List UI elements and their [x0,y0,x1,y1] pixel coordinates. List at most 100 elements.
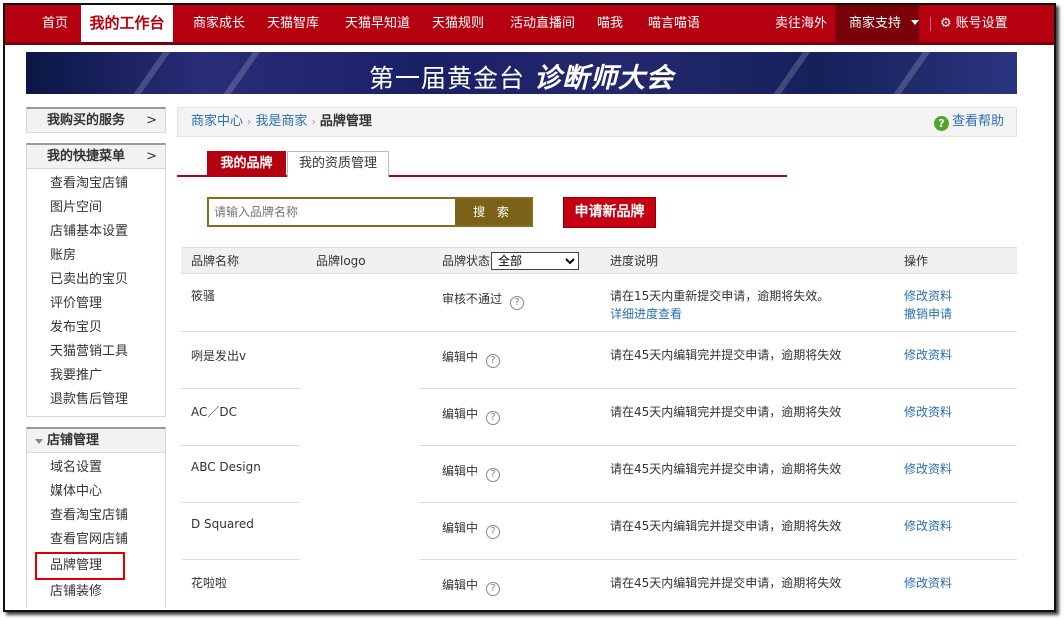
header-actions: 操作 [904,254,929,268]
sidebar-section-title: 我的快捷菜单 [47,149,126,164]
status-filter-select[interactable]: 全部 [491,252,579,270]
nav-meow-talk[interactable]: 喵言喵语 [648,5,700,42]
question-icon[interactable]: ? [486,411,501,425]
help-link[interactable]: ? 查看帮助 [933,108,1004,136]
sidebar-section-shortcut-menu[interactable]: 我的快捷菜单 > [26,143,166,169]
sidebar-item-view-taobao-store[interactable]: 查看淘宝店铺 [27,172,165,196]
table-row: 咧是发出v 编辑中? 请在45天内编辑完并提交申请，逾期将失效 修改资料 [181,332,1017,389]
chevron-right-icon: > [146,149,157,164]
brand-status-label: 编辑中 [442,578,479,592]
store-management-list: 域名设置 媒体中心 查看淘宝店铺 查看官网店铺 品牌管理 店铺装修 [26,453,166,608]
sidebar-item-brand-management[interactable]: 品牌管理 [35,552,125,580]
nav-tmall-rules[interactable]: 天猫规则 [432,5,484,42]
question-icon[interactable]: ? [486,582,501,596]
brand-status: 编辑中? [442,462,501,482]
question-icon[interactable]: ? [486,468,501,482]
tab-qualification-management[interactable]: 我的资质管理 [287,151,389,177]
chevron-down-icon [911,20,920,25]
banner-title-suffix: 诊断师大会 [533,63,674,94]
nav-merchant-support[interactable]: 商家支持 [835,5,920,42]
question-icon: ? [933,116,949,131]
breadcrumb-merchant-center[interactable]: 商家中心 [191,114,243,129]
top-navigation: 首页 我的工作台 商家成长 天猫智库 天猫早知道 天猫规则 活动直播间 喵我 喵… [5,5,1054,45]
header-brand-status: 品牌状态 [442,254,491,268]
sidebar-item-sold-items[interactable]: 已卖出的宝贝 [27,268,165,292]
breadcrumb-i-am-merchant[interactable]: 我是商家 [255,114,307,129]
sidebar-item-marketing-tools[interactable]: 天猫营销工具 [27,340,165,364]
nav-home[interactable]: 首页 [42,5,68,42]
brand-search: 搜 索 [207,197,533,227]
header-brand-name: 品牌名称 [191,254,240,268]
brand-status-label: 编辑中 [442,407,479,421]
nav-tmall-early-know[interactable]: 天猫早知道 [345,5,410,42]
sidebar-section-title: 我购买的服务 [47,113,126,128]
sidebar-item-view-taobao-store-2[interactable]: 查看淘宝店铺 [27,504,165,528]
nav-live-activity[interactable]: 活动直播间 [510,5,575,42]
sidebar-item-view-official-store[interactable]: 查看官网店铺 [27,528,165,552]
banner-title: 第一届黄金台 诊断师大会 [26,56,1017,94]
sidebar-item-domain-settings[interactable]: 域名设置 [27,456,165,480]
breadcrumb-current: 品牌管理 [319,114,372,129]
nav-sell-overseas[interactable]: 卖往海外 [775,5,827,42]
progress-text: 请在45天内编辑完并提交申请，逾期将失效 [610,576,842,590]
breadcrumb-separator: › [247,115,252,128]
edit-info-link[interactable]: 修改资料 [904,287,952,304]
progress-detail-link[interactable]: 详细进度查看 [610,305,682,322]
brand-search-input[interactable] [209,199,455,225]
sidebar-item-accounts[interactable]: 账房 [27,244,165,268]
promo-banner[interactable]: 第一届黄金台 诊断师大会 [26,52,1017,94]
help-label: 查看帮助 [951,114,1004,129]
brand-status-label: 审核不通过 [442,292,503,306]
tab-my-brands[interactable]: 我的品牌 [207,151,286,177]
progress-text: 请在45天内编辑完并提交申请，逾期将失效 [610,462,842,476]
sidebar-section-purchased-services[interactable]: 我购买的服务 > [26,107,166,133]
nav-account-settings[interactable]: ⚙ 账号设置 [940,5,1008,42]
brand-status-label: 编辑中 [442,521,479,535]
question-icon[interactable]: ? [486,354,501,368]
nav-merchant-growth[interactable]: 商家成长 [193,5,245,42]
brand-name: D Squared [191,517,254,531]
brand-name: 花啦啦 [191,576,228,590]
brand-name: AC／DC [191,405,237,419]
edit-info-link[interactable]: 修改资料 [904,460,952,477]
nav-workbench[interactable]: 我的工作台 [81,5,173,42]
edit-info-link[interactable]: 修改资料 [904,517,952,534]
brand-name: ABC Design [191,460,261,474]
brand-status: 编辑中? [442,405,501,425]
apply-new-brand-button[interactable]: 申请新品牌 [563,197,656,228]
sidebar-item-media-center[interactable]: 媒体中心 [27,480,165,504]
breadcrumb-separator: › [311,115,316,128]
brand-status: 编辑中? [442,576,501,596]
edit-info-link[interactable]: 修改资料 [904,403,952,420]
sidebar-item-store-basic-settings[interactable]: 店铺基本设置 [27,220,165,244]
sidebar-item-image-space[interactable]: 图片空间 [27,196,165,220]
account-settings-label: 账号设置 [955,16,1008,31]
sidebar-item-promote[interactable]: 我要推广 [27,364,165,388]
sidebar-section-store-management[interactable]: 店铺管理 [26,427,166,453]
search-button[interactable]: 搜 索 [455,199,531,225]
sidebar-item-review-management[interactable]: 评价管理 [27,292,165,316]
chevron-right-icon: > [146,113,157,128]
table-row: AC／DC 编辑中? 请在45天内编辑完并提交申请，逾期将失效 修改资料 [181,389,1017,446]
progress-text: 请在45天内编辑完并提交申请，逾期将失效 [610,405,842,419]
brand-status-label: 编辑中 [442,350,479,364]
progress-text: 请在45天内编辑完并提交申请，逾期将失效 [610,519,842,533]
question-icon[interactable]: ? [486,525,501,539]
caret-down-icon [35,439,43,444]
edit-info-link[interactable]: 修改资料 [904,346,952,363]
tab-bar: 我的品牌 我的资质管理 [177,149,787,177]
withdraw-application-link[interactable]: 撤销申请 [904,305,952,322]
table-row: D Squared 编辑中? 请在45天内编辑完并提交申请，逾期将失效 修改资料 [181,503,1017,560]
sidebar-item-refund-after-sales[interactable]: 退款售后管理 [27,388,165,412]
nav-meow-me[interactable]: 喵我 [597,5,623,42]
question-icon[interactable]: ? [510,296,525,310]
window-frame: 首页 我的工作台 商家成长 天猫智库 天猫早知道 天猫规则 活动直播间 喵我 喵… [3,3,1056,612]
edit-info-link[interactable]: 修改资料 [904,574,952,591]
nav-tmall-think-tank[interactable]: 天猫智库 [267,5,319,42]
sidebar-item-publish-item[interactable]: 发布宝贝 [27,316,165,340]
merchant-support-label: 商家支持 [849,16,902,31]
sidebar-item-store-decoration[interactable]: 店铺装修 [27,580,165,604]
sidebar-section-title: 店铺管理 [47,433,100,448]
header-brand-logo: 品牌logo [316,254,366,268]
brand-status: 审核不通过? [442,290,525,310]
